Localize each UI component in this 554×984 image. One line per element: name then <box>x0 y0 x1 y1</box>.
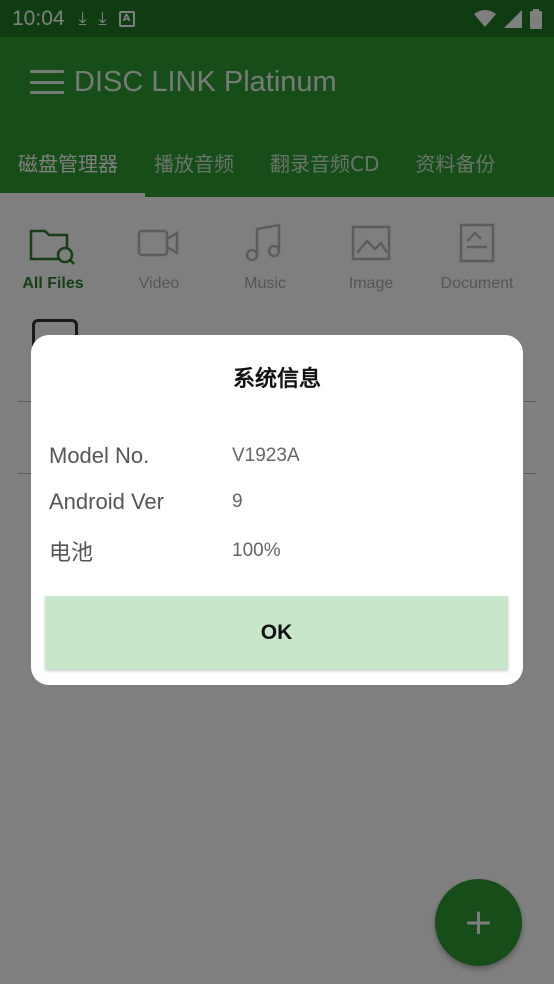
info-key: 电池 <box>49 540 94 565</box>
info-row-android: Android Ver 9 <box>49 489 509 515</box>
ok-button[interactable]: OK <box>45 596 508 669</box>
info-value: 9 <box>232 491 243 512</box>
system-info-dialog: 系统信息 Model No. V1923A Android Ver 9 电池 1… <box>31 335 523 685</box>
info-row-model: Model No. V1923A <box>49 443 509 469</box>
info-key: Model No. <box>49 443 150 468</box>
dialog-title: 系统信息 <box>232 367 321 392</box>
info-row-battery: 电池 100% <box>49 535 509 567</box>
info-value: V1923A <box>232 445 300 466</box>
info-value: 100% <box>232 540 281 561</box>
info-key: Android Ver <box>49 489 164 514</box>
